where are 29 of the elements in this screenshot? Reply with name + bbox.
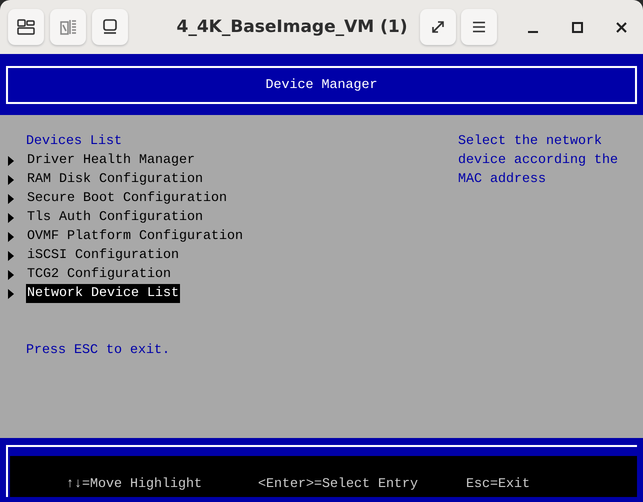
- close-icon: [616, 22, 626, 32]
- menu-item[interactable]: Network Device List: [26, 284, 180, 303]
- key-hint: <Enter>=Select Entry: [258, 476, 418, 494]
- monitor-icon: [102, 19, 118, 35]
- menu-item[interactable]: Secure Boot Configuration: [26, 189, 228, 208]
- menu-item[interactable]: RAM Disk Configuration: [26, 170, 204, 189]
- windows-button[interactable]: [8, 9, 44, 45]
- key-hint: Esc=Exit: [466, 476, 530, 494]
- screen-title: Device Manager: [266, 76, 378, 94]
- menu-item[interactable]: iSCSI Configuration: [26, 246, 180, 265]
- menu-item[interactable]: Driver Health Manager: [26, 151, 196, 170]
- keyboard-icon: [59, 18, 77, 36]
- fullscreen-button[interactable]: [420, 9, 456, 45]
- menu-item[interactable]: OVMF Platform Configuration: [26, 227, 244, 246]
- menu-button[interactable]: [461, 9, 497, 45]
- fullscreen-icon: [430, 19, 446, 35]
- menu-item[interactable]: Tls Auth Configuration: [26, 208, 204, 227]
- menu-item[interactable]: TCG2 Configuration: [26, 265, 172, 284]
- menu-icon: [472, 21, 486, 33]
- minimize-icon: [528, 31, 538, 33]
- keyboard-button[interactable]: [50, 9, 86, 45]
- display-button[interactable]: [92, 9, 128, 45]
- maximize-icon: [572, 22, 582, 32]
- windows-icon: [17, 19, 35, 35]
- key-hint: ↑↓=Move Highlight: [66, 476, 202, 494]
- section-heading: Devices List: [26, 133, 122, 151]
- help-text: Select the network device according the MAC address: [458, 133, 619, 189]
- window-title: 4_4K_BaseImage_VM (1): [176, 17, 408, 37]
- exit-hint: Press ESC to exit.: [26, 342, 170, 360]
